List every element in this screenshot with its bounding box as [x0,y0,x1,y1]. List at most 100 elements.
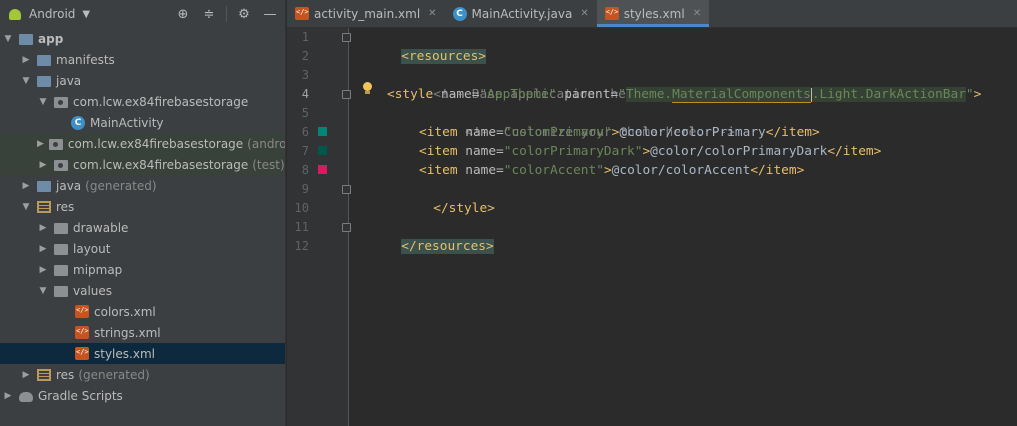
close-icon[interactable]: ✕ [428,8,436,19]
tree-item-package[interactable]: ▼ com.lcw.ex84firebasestorage [0,91,285,112]
code-editor[interactable]: <resources> <!-- Base application theme.… [354,28,1017,426]
tab-mainactivity-java[interactable]: C MainActivity.java ✕ [445,0,597,27]
tree-item-suffix: (generated) [85,178,157,193]
code-token: "colorAccent" [503,163,604,178]
tree-item-label: res [56,367,75,382]
collapsed-arrow-icon[interactable]: ▶ [20,55,32,65]
project-view-selector[interactable]: Android [29,7,75,21]
gear-icon[interactable]: ⚙ [235,5,253,23]
code-line-1: <resources> [355,28,486,64]
collapsed-arrow-icon[interactable]: ▶ [20,181,32,191]
expanded-arrow-icon[interactable]: ▼ [20,202,32,212]
code-token: name= [465,163,504,178]
tree-item-mainactivity[interactable]: C MainActivity [0,112,285,133]
tab-label: activity_main.xml [314,6,421,21]
class-icon: C [71,115,85,130]
xml-file-icon [75,347,89,360]
tree-item-java-generated[interactable]: ▶ java (generated) [0,175,285,196]
expanded-arrow-icon[interactable]: ▼ [37,286,49,296]
editor-tab-bar: activity_main.xml ✕ C MainActivity.java … [287,0,1017,28]
tab-styles-xml[interactable]: styles.xml ✕ [596,0,710,27]
line-number: 12 [294,239,309,253]
minimize-icon[interactable]: — [261,5,279,23]
tree-item-gradle-scripts[interactable]: ▶ Gradle Scripts [0,385,285,406]
expanded-arrow-icon[interactable]: ▼ [37,97,49,107]
tree-item-package-test[interactable]: ▶ com.lcw.ex84firebasestorage (test) [0,154,285,175]
line-number: 1 [301,30,309,44]
chevron-down-icon[interactable]: ▼ [82,9,90,20]
code-token: " [618,87,626,102]
collapsed-arrow-icon[interactable]: ▶ [37,265,49,275]
code-token: parent= [564,87,619,102]
tree-item-label: com.lcw.ex84firebasestorage [67,136,244,151]
fold-marker-icon[interactable] [342,185,351,194]
code-token: > [973,87,982,102]
tree-item-values[interactable]: ▼ values [0,280,285,301]
expanded-arrow-icon[interactable]: ▼ [20,76,32,86]
collapsed-arrow-icon[interactable]: ▶ [2,391,14,401]
tree-item-suffix: (generated) [78,367,150,382]
collapse-all-icon[interactable]: ≑ [200,5,218,23]
tree-item-label: Gradle Scripts [38,388,123,403]
collapsed-arrow-icon[interactable]: ▶ [20,370,32,380]
tree-item-styles-xml[interactable]: styles.xml [0,343,285,364]
tab-activity-main-xml[interactable]: activity_main.xml ✕ [287,0,445,27]
color-primary-swatch[interactable] [318,127,327,136]
code-token: @color/colorPrimary [619,125,766,140]
collapsed-arrow-icon[interactable]: ▶ [37,223,49,233]
line-number: 8 [301,163,309,177]
code-token: .Light.DarkActionBar [811,87,966,102]
fold-marker-icon[interactable] [342,223,351,232]
xml-file-icon [75,326,89,339]
tree-item-colors-xml[interactable]: colors.xml [0,301,285,322]
code-token-warning: MaterialComponents [672,87,811,103]
tree-item-label: com.lcw.ex84firebasestorage [73,94,249,109]
tree-item-res[interactable]: ▼ res [0,196,285,217]
class-icon: C [452,6,467,21]
tree-item-app[interactable]: ▼ app [0,28,285,49]
project-tree: ▼ app ▶ manifests ▼ java ▼ com.lcw.ex84f… [0,28,286,406]
tree-item-suffix: (androidTe [247,136,286,151]
tree-item-java[interactable]: ▼ java [0,70,285,91]
expanded-arrow-icon[interactable]: ▼ [2,34,14,44]
tree-item-manifests[interactable]: ▶ manifests [0,49,285,70]
tree-item-label: com.lcw.ex84firebasestorage [73,157,249,172]
fold-marker-icon[interactable] [342,33,351,42]
code-token: <item [419,144,466,159]
tree-item-res-generated[interactable]: ▶ res (generated) [0,364,285,385]
package-icon [54,96,68,108]
code-line-11: </resources> [355,218,494,254]
folder-icon [54,222,68,234]
tab-label: styles.xml [623,6,685,21]
editor-area: activity_main.xml ✕ C MainActivity.java … [287,0,1017,426]
line-number: 11 [294,220,309,234]
tree-item-label: styles.xml [94,346,155,361]
code-line-8: <item name="colorAccent">@color/colorAcc… [419,161,804,180]
color-accent-swatch[interactable] [318,165,327,174]
collapsed-arrow-icon[interactable]: ▶ [37,160,49,170]
tree-item-mipmap[interactable]: ▶ mipmap [0,259,285,280]
tree-item-drawable[interactable]: ▶ drawable [0,217,285,238]
toolbar-divider [226,6,227,22]
color-primary-dark-swatch[interactable] [318,146,327,155]
xml-file-icon [75,305,89,318]
code-line-9: </style> [387,180,495,216]
collapsed-arrow-icon[interactable]: ▶ [37,244,49,254]
fold-marker-icon[interactable] [342,90,351,99]
code-token: name= [465,144,504,159]
code-line-5: <!-- Customize your theme here. --> [419,104,735,140]
tree-item-package-androidtest[interactable]: ▶ com.lcw.ex84firebasestorage (androidTe [0,133,286,154]
close-icon[interactable]: ✕ [693,8,701,19]
line-number: 10 [294,201,309,215]
collapsed-arrow-icon[interactable]: ▶ [37,139,44,149]
tree-item-layout[interactable]: ▶ layout [0,238,285,259]
crosshair-icon[interactable]: ⊕ [174,5,192,23]
tree-item-strings-xml[interactable]: strings.xml [0,322,285,343]
code-line-3: <!-- Base application theme. --> [387,66,680,102]
close-icon[interactable]: ✕ [580,8,588,19]
line-number: 6 [301,125,309,139]
code-token: </item> [750,163,805,178]
editor-gutter[interactable]: 1 2 3 4 5 6 7 8 9 10 11 12 [287,28,351,426]
project-toolbar-actions: ⊕ ≑ ⚙ — [166,5,279,23]
line-number: 2 [301,49,309,63]
